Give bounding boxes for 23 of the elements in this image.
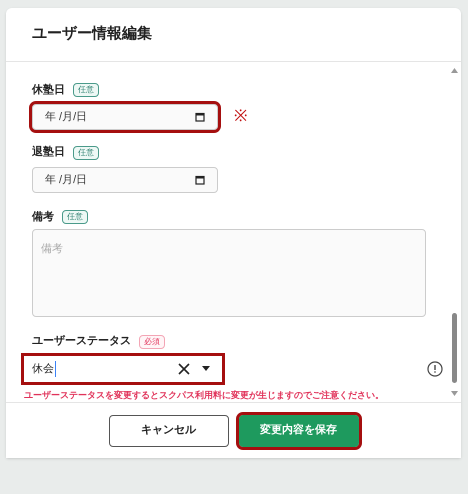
field-badge: 任意 bbox=[73, 146, 99, 160]
scroll-down-icon[interactable] bbox=[450, 391, 458, 396]
warning-text: ユーザーステータスを変更するとスクパス利用料に変更が生じますのでご注意ください。 bbox=[24, 388, 385, 402]
field-label: 退塾日 bbox=[32, 144, 65, 160]
field-badge: 必須 bbox=[139, 334, 165, 349]
scrollbar-thumb[interactable] bbox=[452, 313, 456, 384]
field-badge: 任意 bbox=[62, 210, 88, 224]
scroll-up-icon[interactable] bbox=[450, 68, 458, 73]
field-badge: 任意 bbox=[73, 83, 99, 98]
info-icon[interactable] bbox=[427, 360, 443, 377]
dropdown-caret-icon[interactable] bbox=[202, 366, 210, 372]
field-label: ユーザーステータス bbox=[32, 334, 131, 350]
field-label: 休塾日 bbox=[32, 82, 65, 98]
field-label: 備考 bbox=[32, 210, 54, 225]
dialog-title: ユーザー情報編集 bbox=[32, 24, 152, 44]
status-select[interactable]: 休会 bbox=[24, 356, 222, 382]
note-mark: ※ bbox=[234, 109, 247, 126]
date-field[interactable]: 年 /月/日 bbox=[32, 104, 218, 130]
calendar-icon[interactable] bbox=[195, 174, 205, 185]
calendar-icon[interactable] bbox=[195, 112, 205, 122]
clear-icon[interactable] bbox=[178, 362, 190, 375]
cancel-button[interactable]: キャンセル bbox=[108, 414, 228, 447]
date-field[interactable]: 年 /月/日 bbox=[32, 166, 218, 193]
